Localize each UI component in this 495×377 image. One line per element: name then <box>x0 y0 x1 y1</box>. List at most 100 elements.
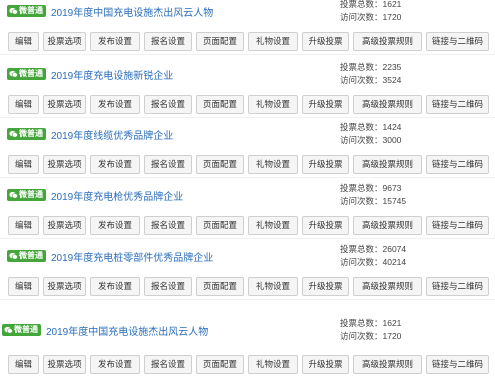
gift-settings-button[interactable]: 礼物设置 <box>248 277 298 296</box>
signup-settings-button[interactable]: 报名设置 <box>144 277 192 296</box>
badge-label: 微普通 <box>19 251 43 260</box>
page-config-button[interactable]: 页面配置 <box>196 355 244 374</box>
vote-total-stat: 投票总数：9673 <box>340 183 402 193</box>
wechat-badge: 微普通 <box>7 250 46 262</box>
publish-settings-button[interactable]: 发布设置 <box>90 32 140 51</box>
upgrade-vote-button[interactable]: 升级投票 <box>302 155 349 174</box>
advanced-rules-button[interactable]: 高级投票规则 <box>353 155 422 174</box>
vote-title-link[interactable]: 2019年度充电桩零部件优秀品牌企业 <box>51 249 213 264</box>
upgrade-vote-button[interactable]: 升级投票 <box>302 355 349 374</box>
vote-card: 微普通 2019年度充电枪优秀品牌企业 投票总数：9673 访问次数：15745 编辑投… <box>0 179 495 239</box>
publish-settings-button[interactable]: 发布设置 <box>90 155 140 174</box>
badge-label: 微普通 <box>19 129 43 138</box>
vote-total-stat: 投票总数：1621 <box>340 0 402 9</box>
visit-count-stat: 访问次数：1720 <box>340 331 402 341</box>
vote-total-stat: 投票总数：1621 <box>340 318 402 328</box>
vote-total-stat: 投票总数：1424 <box>340 122 402 132</box>
badge-label: 微普通 <box>14 325 38 334</box>
vote-title-link[interactable]: 2019年度线缆优秀品牌企业 <box>51 127 173 142</box>
edit-button[interactable]: 编辑 <box>8 355 39 374</box>
vote-options-button[interactable]: 投票选项 <box>43 277 86 296</box>
wechat-icon <box>9 191 18 199</box>
card-divider <box>0 238 495 239</box>
page-config-button[interactable]: 页面配置 <box>196 155 244 174</box>
advanced-rules-button[interactable]: 高级投票规则 <box>353 32 422 51</box>
vote-options-button[interactable]: 投票选项 <box>43 32 86 51</box>
vote-total-stat: 投票总数：2235 <box>340 62 402 72</box>
badge-label: 微普通 <box>19 190 43 199</box>
edit-button[interactable]: 编辑 <box>8 155 39 174</box>
advanced-rules-button[interactable]: 高级投票规则 <box>353 355 422 374</box>
wechat-icon <box>9 7 18 15</box>
gift-settings-button[interactable]: 礼物设置 <box>248 355 298 374</box>
publish-settings-button[interactable]: 发布设置 <box>90 355 140 374</box>
advanced-rules-button[interactable]: 高级投票规则 <box>353 216 422 235</box>
page-config-button[interactable]: 页面配置 <box>196 95 244 114</box>
link-qrcode-button[interactable]: 链接与二维码 <box>426 277 489 296</box>
gift-settings-button[interactable]: 礼物设置 <box>248 95 298 114</box>
signup-settings-button[interactable]: 报名设置 <box>144 155 192 174</box>
upgrade-vote-button[interactable]: 升级投票 <box>302 277 349 296</box>
upgrade-vote-button[interactable]: 升级投票 <box>302 95 349 114</box>
edit-button[interactable]: 编辑 <box>8 216 39 235</box>
vote-options-button[interactable]: 投票选项 <box>43 355 86 374</box>
signup-settings-button[interactable]: 报名设置 <box>144 355 192 374</box>
advanced-rules-button[interactable]: 高级投票规则 <box>353 95 422 114</box>
page-config-button[interactable]: 页面配置 <box>196 277 244 296</box>
vote-card: 微普通 2019年度中国充电设施杰出风云人物 投票总数：1621 访问次数：1720 编… <box>0 0 495 60</box>
vote-options-button[interactable]: 投票选项 <box>43 155 86 174</box>
gift-settings-button[interactable]: 礼物设置 <box>248 216 298 235</box>
visit-count-stat: 访问次数：1720 <box>340 12 402 22</box>
wechat-badge: 微普通 <box>7 189 46 201</box>
vote-card: 微普通 2019年度充电桩零部件优秀品牌企业 投票总数：26074 访问次数：4021… <box>0 240 495 300</box>
vote-total-stat: 投票总数：26074 <box>340 244 407 254</box>
wechat-badge: 微普通 <box>7 68 46 80</box>
badge-label: 微普通 <box>19 6 43 15</box>
wechat-icon <box>9 70 18 78</box>
link-qrcode-button[interactable]: 链接与二维码 <box>426 155 489 174</box>
edit-button[interactable]: 编辑 <box>8 277 39 296</box>
signup-settings-button[interactable]: 报名设置 <box>144 32 192 51</box>
visit-count-stat: 访问次数：3524 <box>340 75 402 85</box>
visit-count-stat: 访问次数：15745 <box>340 196 407 206</box>
page-config-button[interactable]: 页面配置 <box>196 32 244 51</box>
card-divider <box>0 177 495 178</box>
vote-card: 微普通 2019年度中国充电设施杰出风云人物 投票总数：1621 访问次数：1720 编… <box>0 312 495 377</box>
link-qrcode-button[interactable]: 链接与二维码 <box>426 355 489 374</box>
wechat-badge: 微普通 <box>7 128 46 140</box>
page-config-button[interactable]: 页面配置 <box>196 216 244 235</box>
wechat-icon <box>9 252 18 260</box>
wechat-icon <box>9 130 18 138</box>
publish-settings-button[interactable]: 发布设置 <box>90 95 140 114</box>
link-qrcode-button[interactable]: 链接与二维码 <box>426 32 489 51</box>
edit-button[interactable]: 编辑 <box>8 95 39 114</box>
publish-settings-button[interactable]: 发布设置 <box>90 277 140 296</box>
wechat-badge: 微普通 <box>2 324 41 336</box>
card-divider <box>0 54 495 55</box>
advanced-rules-button[interactable]: 高级投票规则 <box>353 277 422 296</box>
vote-options-button[interactable]: 投票选项 <box>43 95 86 114</box>
link-qrcode-button[interactable]: 链接与二维码 <box>426 216 489 235</box>
visit-count-stat: 访问次数：40214 <box>340 257 407 267</box>
wechat-badge: 微普通 <box>7 5 46 17</box>
publish-settings-button[interactable]: 发布设置 <box>90 216 140 235</box>
vote-title-link[interactable]: 2019年度中国充电设施杰出风云人物 <box>51 4 213 19</box>
vote-title-link[interactable]: 2019年度中国充电设施杰出风云人物 <box>46 323 208 338</box>
gift-settings-button[interactable]: 礼物设置 <box>248 32 298 51</box>
signup-settings-button[interactable]: 报名设置 <box>144 95 192 114</box>
gift-settings-button[interactable]: 礼物设置 <box>248 155 298 174</box>
vote-options-button[interactable]: 投票选项 <box>43 216 86 235</box>
signup-settings-button[interactable]: 报名设置 <box>144 216 192 235</box>
visit-count-stat: 访问次数：3000 <box>340 135 402 145</box>
vote-title-link[interactable]: 2019年度充电设施新锐企业 <box>51 67 173 82</box>
upgrade-vote-button[interactable]: 升级投票 <box>302 32 349 51</box>
edit-button[interactable]: 编辑 <box>8 32 39 51</box>
link-qrcode-button[interactable]: 链接与二维码 <box>426 95 489 114</box>
vote-card: 微普通 2019年度线缆优秀品牌企业 投票总数：1424 访问次数：3000 编辑 投票选… <box>0 118 495 178</box>
vote-card: 微普通 2019年度充电设施新锐企业 投票总数：2235 访问次数：3524 编辑 投票选… <box>0 58 495 118</box>
vote-title-link[interactable]: 2019年度充电枪优秀品牌企业 <box>51 188 183 203</box>
wechat-icon <box>4 326 13 334</box>
upgrade-vote-button[interactable]: 升级投票 <box>302 216 349 235</box>
card-divider <box>0 299 495 300</box>
badge-label: 微普通 <box>19 69 43 78</box>
